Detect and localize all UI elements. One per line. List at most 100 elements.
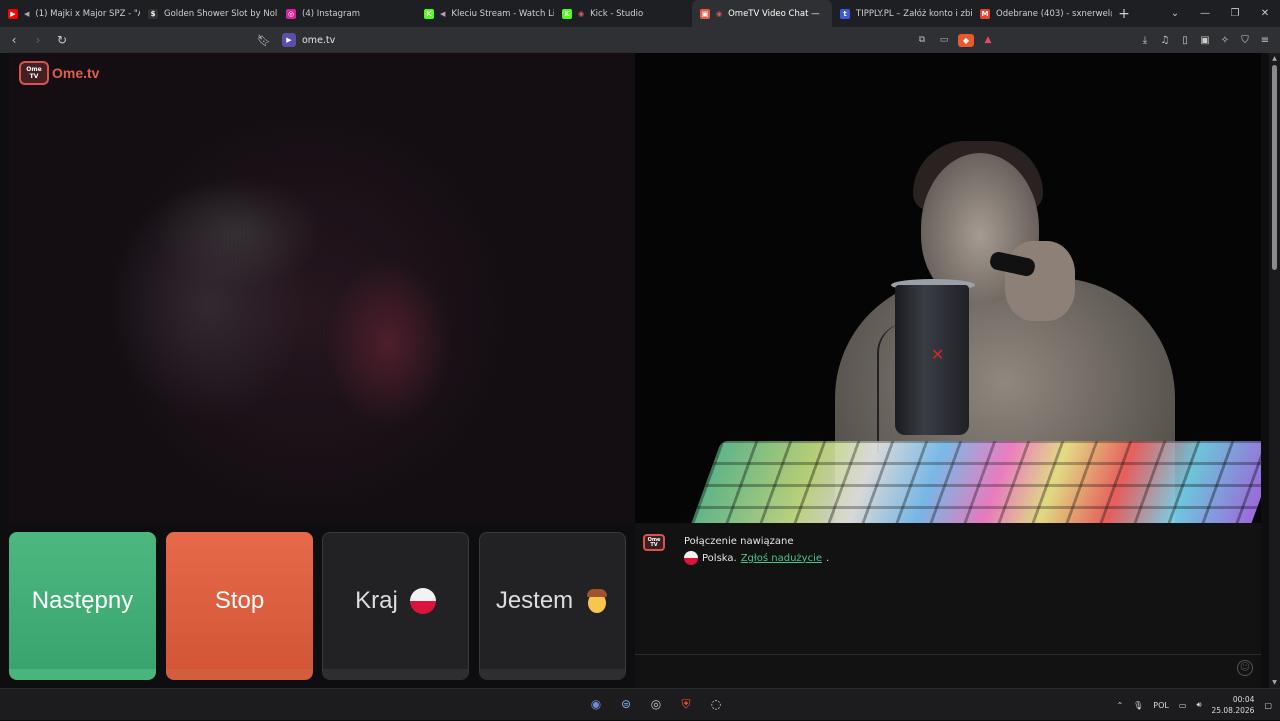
clock[interactable]: 00:04 25.08.2026 — [1211, 694, 1254, 716]
boy-emoji-icon — [585, 588, 609, 614]
ometv-icon: ▣ — [700, 9, 710, 19]
notifications-icon[interactable]: ▢ — [1264, 701, 1272, 710]
discord-icon[interactable]: ◉ — [586, 693, 606, 715]
cast-icon[interactable]: ▭ — [936, 35, 952, 45]
self-video: ✕ — [635, 53, 1261, 523]
clock-date: 25.08.2026 — [1211, 705, 1254, 716]
reload-icon[interactable]: ↻ — [52, 30, 72, 50]
tab-search-icon[interactable]: ⌄ — [1160, 0, 1190, 27]
volume-icon[interactable]: 🔊︎ — [1196, 700, 1201, 710]
tab-7[interactable]: t TIPPLY.PL – Załóż konto i zbie — [832, 0, 972, 27]
window-controls: ⌄ — ❐ ✕ — [1160, 0, 1280, 27]
poland-flag-icon — [684, 551, 698, 565]
tab-6[interactable]: ▣◉OmeTV Video Chat —✕ — [692, 0, 832, 27]
hand — [1005, 241, 1075, 321]
tab-4[interactable]: K ◀ Kleciu Stream - Watch Liv — [416, 0, 554, 27]
obs-icon[interactable]: ◎ — [646, 693, 666, 715]
stop-button[interactable]: Stop — [166, 532, 313, 680]
stranger-country-line: Polska. Zgłoś nadużycie. — [684, 551, 829, 565]
translate-icon[interactable]: ⧉ — [914, 35, 930, 45]
tab-strip: ▶ ◀ (1) Majki x Major SPZ - "A $ Golden Show… — [0, 0, 1280, 27]
poland-flag-icon — [410, 588, 436, 614]
media-icon[interactable]: ♫ — [1158, 30, 1172, 50]
app-icon[interactable]: ⊜ — [616, 693, 636, 715]
url-text[interactable]: ome.tv — [302, 35, 335, 46]
brave-icon[interactable]: ⛨ — [676, 693, 696, 715]
clock-time: 00:04 — [1211, 694, 1254, 705]
minimize-icon[interactable]: — — [1190, 0, 1220, 27]
leo-ai-icon[interactable]: ✧ — [1218, 30, 1232, 50]
language-indicator[interactable]: POL — [1153, 701, 1169, 710]
new-tab-icon[interactable]: + — [1112, 0, 1136, 27]
chat-panel: OmeTV Połączenie nawiązane Polska. Zgłoś… — [635, 523, 1261, 688]
tab-title: OmeTV Video Chat — — [728, 9, 820, 19]
page-scrollbar[interactable]: ▲ ▼ — [1269, 53, 1280, 688]
tab-2[interactable]: $ Golden Shower Slot by Nolim — [140, 0, 278, 27]
tab-title: TIPPLY.PL – Załóż konto i zbie — [856, 9, 972, 19]
gender-button-label: Jestem — [496, 587, 573, 615]
next-button[interactable]: Następny — [9, 532, 156, 680]
report-abuse-link[interactable]: Zgłoś nadużycie — [741, 553, 822, 564]
forward-icon[interactable]: › — [28, 30, 48, 50]
sidebar-icon[interactable]: ▯ — [1178, 30, 1192, 50]
rgb-keyboard — [689, 441, 1261, 523]
menu-icon[interactable]: ≡ — [1258, 30, 1272, 50]
recording-icon: ◉ — [716, 10, 722, 18]
kick-icon: K — [562, 9, 572, 19]
tray-expand-icon[interactable]: ⌃ — [1116, 701, 1123, 710]
tab-1[interactable]: ▶ ◀ (1) Majki x Major SPZ - "A — [0, 0, 140, 27]
logo-text: Ome.tv — [52, 65, 99, 81]
address-bar[interactable]: 🔖︎ ▶ ome.tv ⧉ ▭ ◆ ▲ — [254, 30, 1000, 50]
network-icon[interactable]: ▭ — [1179, 701, 1187, 710]
tab-title: Golden Shower Slot by Nolim — [164, 9, 278, 19]
logo-badge-top: Ome — [26, 66, 41, 73]
country-button-label: Kraj — [355, 587, 398, 615]
tab-title: Kleciu Stream - Watch Liv — [451, 9, 554, 19]
instagram-icon: ◎ — [286, 9, 296, 19]
gender-button[interactable]: Jestem — [479, 532, 626, 680]
tab-8[interactable]: M Odebrane (403) - sxnerwel@gr — [972, 0, 1112, 27]
windows-taskbar: ◉ ⊜ ◎ ⛨ ◌ ⌃ 🎙︎ POL ▭ 🔊︎ 00:04 25.08.2026… — [0, 688, 1280, 720]
emoji-icon[interactable]: ☺ — [1237, 660, 1253, 676]
back-icon[interactable]: ‹ — [4, 30, 24, 50]
tab-5[interactable]: K ◉ Kick - Studio — [554, 0, 692, 27]
chat-input[interactable]: ☺ — [635, 654, 1261, 680]
tab-title: Odebrane (403) - sxnerwel@gr — [996, 9, 1112, 19]
tab-title: Kick - Studio — [590, 9, 643, 19]
recorder-icon[interactable]: ◌ — [706, 693, 726, 715]
tab-title: (4) Instagram — [302, 9, 360, 19]
kick-icon: K — [424, 9, 434, 19]
gmail-icon: M — [980, 9, 990, 19]
scroll-up-icon[interactable]: ▲ — [1270, 55, 1279, 62]
ometv-logo[interactable]: Ome TV Ome.tv — [19, 61, 99, 85]
brave-shields-icon[interactable]: ◆ — [958, 34, 974, 47]
report-suffix: . — [826, 553, 829, 564]
country-button[interactable]: Kraj — [322, 532, 469, 680]
downloads-icon[interactable]: ⤓ — [1138, 30, 1152, 50]
tab-title: (1) Majki x Major SPZ - "A — [35, 9, 140, 19]
bookmark-icon[interactable]: 🔖︎ — [254, 30, 274, 50]
tippply-icon: t — [840, 9, 850, 19]
vpn-icon[interactable]: ⛉ — [1238, 30, 1252, 50]
audio-playing-icon[interactable]: ◀ — [440, 10, 445, 18]
connection-status: Połączenie nawiązane — [684, 536, 794, 547]
stop-button-label: Stop — [215, 587, 264, 615]
microphone-icon[interactable]: 🎙︎ — [1133, 701, 1143, 710]
audio-playing-icon[interactable]: ◀ — [24, 10, 29, 18]
dollar-icon: $ — [148, 9, 158, 19]
stranger-video — [9, 53, 635, 523]
navigation-bar: ‹ › ↻ 🔖︎ ▶ ome.tv ⧉ ▭ ◆ ▲ ⤓ ♫ ▯ ▣ ✧ ⛉ ≡ — [0, 27, 1280, 53]
recording-icon: ◉ — [578, 10, 584, 18]
cup-logo: ✕ — [931, 345, 944, 364]
start-icon[interactable] — [556, 693, 576, 715]
youtube-icon: ▶ — [8, 9, 18, 19]
ometv-page: Ome TV Ome.tv ✕ Następny Stop Kraj Jeste… — [0, 53, 1269, 688]
scrollbar-thumb[interactable] — [1272, 65, 1277, 270]
tab-3[interactable]: ◎ (4) Instagram — [278, 0, 416, 27]
scroll-down-icon[interactable]: ▼ — [1270, 679, 1279, 686]
brave-rewards-icon[interactable]: ▲ — [980, 35, 996, 45]
wallet-icon[interactable]: ▣ — [1198, 30, 1212, 50]
logo-badge-bottom: TV — [30, 73, 39, 80]
maximize-icon[interactable]: ❐ — [1220, 0, 1250, 27]
close-window-icon[interactable]: ✕ — [1250, 0, 1280, 27]
